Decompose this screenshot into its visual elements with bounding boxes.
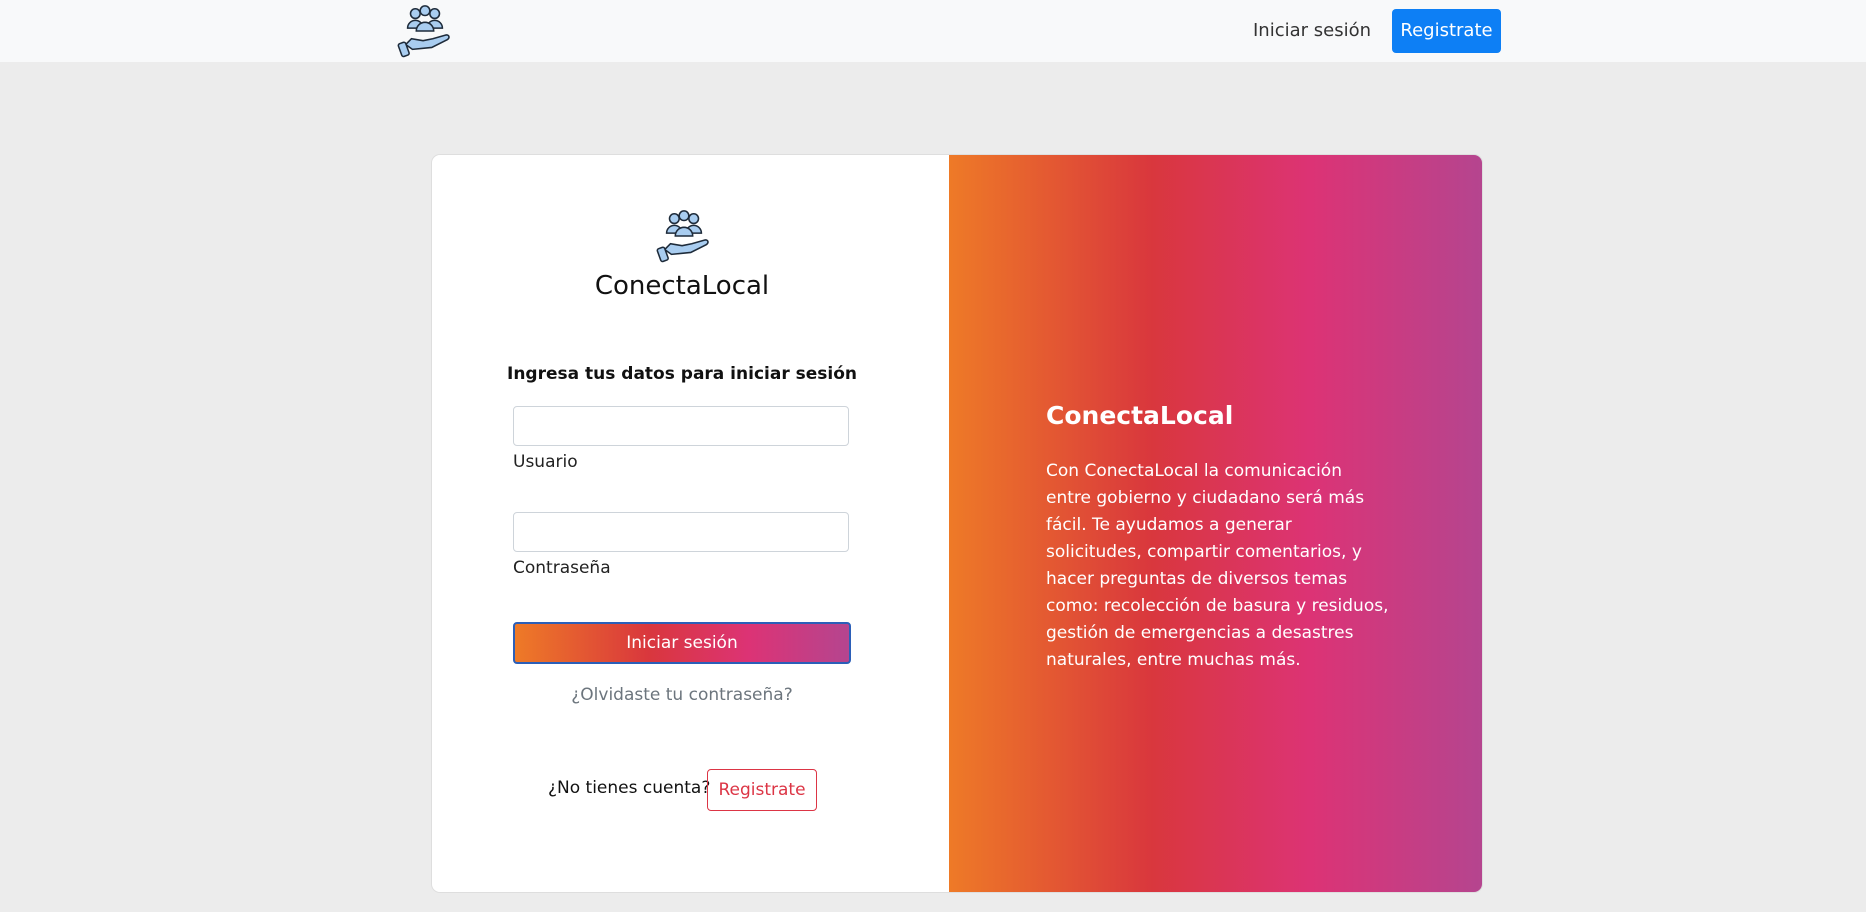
login-form-panel: ConectaLocal Ingresa tus datos para inic… [432,155,949,892]
login-card: ConectaLocal Ingresa tus datos para inic… [432,155,1482,892]
info-panel: ConectaLocal Con ConectaLocal la comunic… [949,155,1482,892]
username-field[interactable] [513,406,849,446]
password-label: Contraseña [513,558,611,578]
login-submit-button[interactable]: Iniciar sesión [513,622,851,664]
form-subtitle: Ingresa tus datos para iniciar sesión [507,364,857,384]
username-label: Usuario [513,452,578,472]
brand-name: ConectaLocal [594,271,770,301]
community-hand-icon[interactable] [396,2,454,60]
info-description: Con ConectaLocal la comunicación entre g… [1046,461,1389,670]
password-field[interactable] [513,512,849,552]
register-button[interactable]: Registrate [707,769,817,811]
forgot-password-link[interactable]: ¿Olvidaste tu contraseña? [432,685,932,705]
info-title: ConectaLocal [1046,401,1234,430]
nav-register-button[interactable]: Registrate [1392,9,1501,53]
community-hand-icon [656,210,709,263]
navbar: Iniciar sesión Registrate [0,0,1866,62]
no-account-text: ¿No tienes cuenta? [548,778,711,798]
nav-login-link[interactable]: Iniciar sesión [1253,18,1371,44]
